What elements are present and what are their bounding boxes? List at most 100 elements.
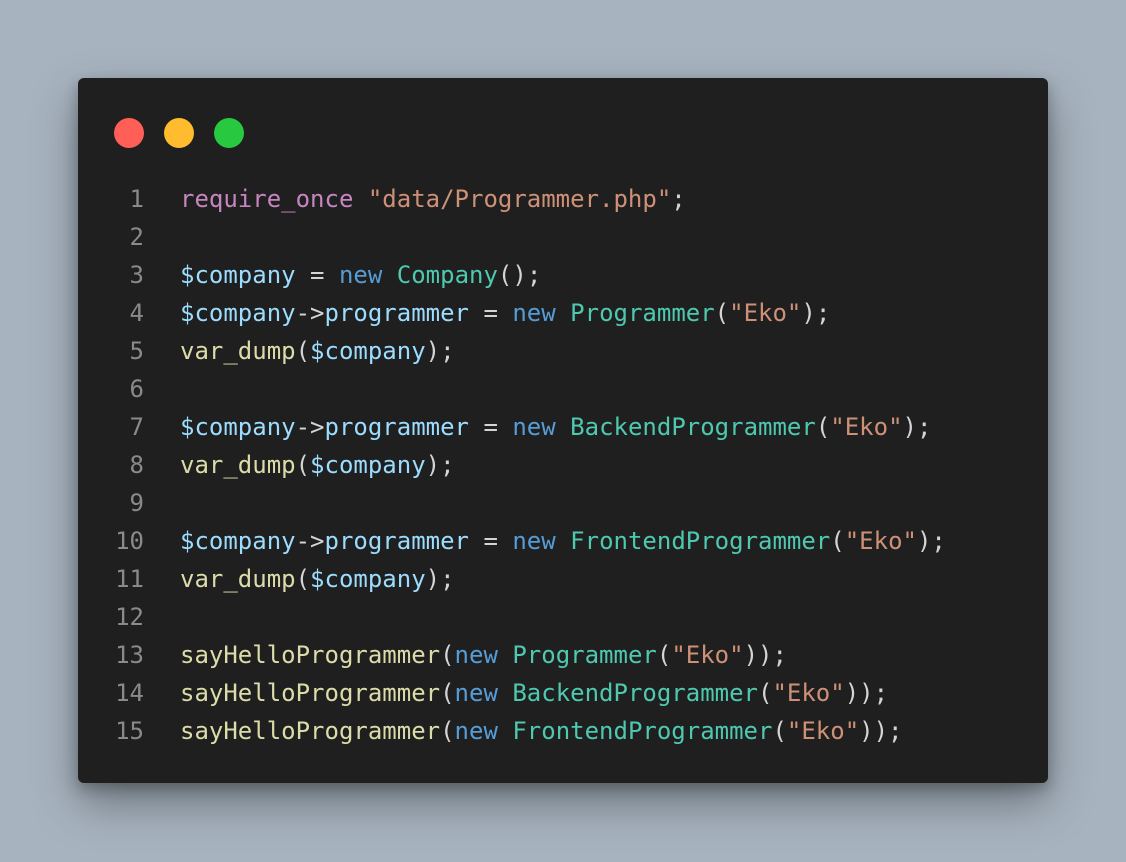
code-token: var_dump	[180, 337, 296, 365]
code-token: new	[454, 679, 498, 707]
code-token: BackendProgrammer	[570, 413, 816, 441]
code-line: 1 require_once "data/Programmer.php";	[78, 180, 1048, 218]
code-token: (	[295, 565, 311, 593]
code-token: programmer	[324, 413, 470, 441]
code-token: Programmer	[512, 641, 657, 669]
code-token: $company	[180, 299, 296, 327]
code-token: (	[714, 299, 730, 327]
line-code: var_dump($company);	[180, 560, 455, 598]
close-dot-icon[interactable]	[114, 118, 144, 148]
code-token: $company	[180, 527, 296, 555]
code-token: );	[801, 299, 831, 327]
code-token: Programmer	[570, 299, 715, 327]
line-number: 8	[129, 451, 144, 479]
code-token: programmer	[324, 299, 470, 327]
code-line: 4 $company->programmer = new Programmer("…	[78, 294, 1048, 332]
code-token: ));	[844, 679, 889, 707]
code-line: 2	[78, 218, 1048, 256]
line-number: 3	[129, 261, 144, 289]
code-token: $company	[180, 261, 296, 289]
code-line: 7 $company->programmer = new BackendProgr…	[78, 408, 1048, 446]
code-token: require_once	[180, 185, 354, 213]
line-code: require_once "data/Programmer.php";	[180, 180, 686, 218]
code-line: 14 sayHelloProgrammer ( new BackendProgramm…	[78, 674, 1048, 712]
code-token: ));	[859, 717, 903, 745]
code-token: (	[830, 527, 845, 555]
code-token: new	[512, 299, 556, 327]
code-line: 9	[78, 484, 1048, 522]
code-editor[interactable]: 1 require_once "data/Programmer.php"; 2 3 $c…	[78, 180, 1048, 750]
code-token: (	[440, 717, 455, 745]
window-controls	[114, 118, 244, 148]
code-token: ->	[295, 413, 325, 441]
code-token: =	[469, 299, 513, 327]
line-code: var_dump($company);	[180, 332, 455, 370]
code-token: "Eko"	[830, 413, 903, 441]
code-token: "Eko"	[786, 717, 860, 745]
code-token: (	[656, 641, 672, 669]
code-token: "Eko"	[844, 527, 917, 555]
code-token: =	[295, 261, 339, 289]
line-code: $company->programmer = new FrontendProgr…	[180, 522, 946, 560]
code-token: ;	[671, 185, 686, 213]
code-token: new	[338, 261, 383, 289]
line-code: $company = new Company();	[180, 256, 541, 294]
line-number: 13	[115, 641, 144, 669]
line-code: $company->programmer = new Programmer("E…	[180, 294, 830, 332]
code-token: $company	[310, 451, 426, 479]
code-token: new	[512, 527, 556, 555]
line-code: sayHelloProgrammer(new FrontendProgramme…	[180, 712, 903, 750]
line-number: 1	[129, 185, 144, 213]
line-number: 7	[129, 413, 144, 441]
code-token: var_dump	[180, 565, 296, 593]
maximize-dot-icon[interactable]	[214, 118, 244, 148]
code-line: 13 sayHelloProgrammer(new Programmer("Eko…	[78, 636, 1048, 674]
code-token: "data/Programmer.php"	[367, 185, 672, 213]
code-token: var_dump	[180, 451, 296, 479]
code-token: BackendProgrammer	[512, 679, 758, 707]
code-token: ->	[295, 299, 325, 327]
code-token: );	[902, 413, 932, 441]
code-token: (	[440, 641, 455, 669]
code-line: 11 var_dump($company);	[78, 560, 1048, 598]
minimize-dot-icon[interactable]	[164, 118, 194, 148]
line-code: sayHelloProgrammer(new Programmer("Eko")…	[180, 636, 787, 674]
code-token: (	[295, 337, 311, 365]
line-number: 2	[129, 223, 144, 251]
line-number: 4	[129, 299, 144, 327]
code-token: );	[425, 451, 455, 479]
code-token: $company	[180, 413, 296, 441]
code-token: );	[425, 565, 455, 593]
code-line: 15 sayHelloProgrammer(new FrontendProgram…	[78, 712, 1048, 750]
code-token: programmer	[324, 527, 470, 555]
line-number: 5	[129, 337, 144, 365]
code-token: (	[772, 717, 787, 745]
code-token: ));	[743, 641, 787, 669]
line-number: 12	[115, 603, 144, 631]
line-number: 10	[115, 527, 144, 555]
code-window: 1 require_once "data/Programmer.php"; 2 3 $c…	[78, 78, 1048, 783]
line-number: 11	[115, 565, 144, 593]
line-number: 14	[115, 679, 144, 707]
line-number: 15	[115, 717, 144, 745]
code-token: FrontendProgrammer	[512, 717, 773, 745]
code-token: ->	[295, 527, 325, 555]
code-line: 5 var_dump($company);	[78, 332, 1048, 370]
code-token: sayHelloProgrammer	[180, 679, 441, 707]
code-token: "Eko"	[671, 641, 744, 669]
line-code: $company->programmer = new BackendProgra…	[180, 408, 931, 446]
code-token: new	[454, 717, 498, 745]
line-number: 6	[129, 375, 144, 403]
code-token: ();	[497, 261, 542, 289]
code-token: (	[758, 679, 773, 707]
line-number: 9	[129, 489, 144, 517]
code-line: 6	[78, 370, 1048, 408]
